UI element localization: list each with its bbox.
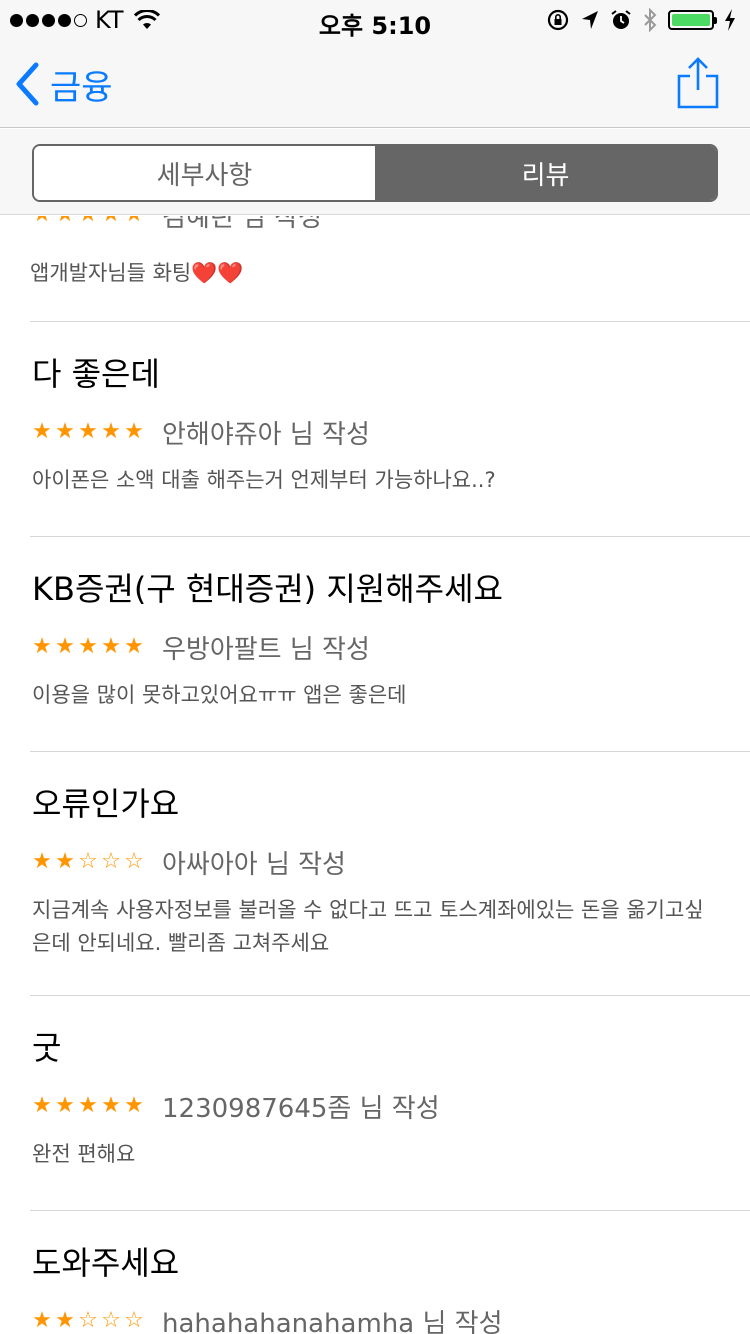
- review-body: 완전 편해요: [32, 1142, 136, 1166]
- star-rating: ★★★★★: [32, 1095, 144, 1117]
- status-right: [546, 6, 736, 34]
- navigation-bar: 금융: [0, 40, 750, 128]
- star-filled-icon: ★: [55, 1093, 75, 1118]
- star-filled-icon: ★: [124, 1093, 144, 1118]
- star-filled-icon: ★: [55, 634, 75, 659]
- rotation-lock-icon: [547, 9, 569, 31]
- star-filled-icon: ★: [55, 1308, 75, 1333]
- star-filled-icon: ★: [124, 634, 144, 659]
- star-filled-icon: ★: [101, 634, 121, 659]
- review-author: 안해야쥬아 님 작성: [162, 419, 370, 450]
- review-title: 도와주세요: [32, 1244, 180, 1282]
- review-author: 김혜린 님 작성: [162, 216, 323, 233]
- chevron-left-icon: [16, 62, 39, 106]
- star-filled-icon: ★: [55, 849, 75, 874]
- review-meta: ★ ★ ★ ★ ★ 우방아팔트 님 작성: [30, 630, 370, 665]
- back-label: 금융: [50, 67, 113, 108]
- star-empty-icon: ☆: [124, 849, 144, 874]
- alarm-icon: [611, 10, 631, 29]
- star-rating: ★ ★ ☆ ☆ ☆: [32, 851, 144, 873]
- review-item: ★★★★★ 김혜린 님 작성 앱개발자님들 화팅❤️❤️: [30, 216, 750, 322]
- review-item: 굿 ★ ★ ★ ★ ★ 1230987645좀 님 작성 완전 편해요: [30, 996, 750, 1211]
- star-filled-icon: ★: [32, 1093, 52, 1118]
- star-filled-icon: ★: [78, 1093, 98, 1118]
- star-filled-icon: ★: [124, 419, 144, 444]
- review-item: 다 좋은데 ★ ★ ★ ★ ★ 안해야쥬아 님 작성 아이폰은 소액 대출 해주는거 언…: [30, 322, 750, 537]
- star-empty-icon: ☆: [78, 1308, 98, 1333]
- heart-emoji-icon: ❤️❤️: [191, 261, 244, 285]
- review-title: 오류인가요: [32, 785, 180, 823]
- review-meta: ★ ★ ☆ ☆ ☆ 아싸아아 님 작성: [30, 845, 346, 880]
- star-filled-icon: ★: [101, 216, 121, 226]
- star-rating: ★★★★★: [32, 216, 144, 226]
- star-filled-icon: ★: [32, 634, 52, 659]
- review-meta: ★★★★★ 김혜린 님 작성: [30, 216, 323, 233]
- star-filled-icon: ★: [55, 419, 75, 444]
- review-body: 앱개발자님들 화팅❤️❤️: [30, 257, 244, 290]
- review-meta: ★ ★ ★ ★ ★ 1230987645좀 님 작성: [30, 1089, 440, 1124]
- star-filled-icon: ★: [32, 1308, 52, 1333]
- share-icon: [677, 57, 719, 109]
- star-empty-icon: ☆: [124, 1308, 144, 1333]
- location-arrow-icon: [582, 11, 598, 29]
- bluetooth-icon: [644, 8, 657, 32]
- segment-bar: 세부사항 리뷰: [0, 129, 750, 215]
- review-title: 굿: [32, 1029, 62, 1067]
- review-item: KB증권(구 현대증권) 지원해주세요 ★ ★ ★ ★ ★ 우방아팔트 님 작성 이용을…: [30, 537, 750, 752]
- reviews-list[interactable]: ★★★★★ 김혜린 님 작성 앱개발자님들 화팅❤️❤️ 다 좋은데 ★★★★★…: [0, 216, 750, 1334]
- review-title: 다 좋은데: [32, 355, 160, 393]
- charging-bolt-icon: [725, 9, 735, 31]
- star-filled-icon: ★: [32, 216, 52, 226]
- star-rating: ★★★★★: [32, 636, 144, 658]
- review-meta: ★ ★ ☆ ☆ ☆ hahahahanahamha 님 작성: [30, 1304, 503, 1334]
- tab-details[interactable]: 세부사항: [34, 146, 375, 200]
- back-button[interactable]: 금융: [14, 60, 113, 108]
- battery-icon: [668, 10, 717, 30]
- star-filled-icon: ★: [101, 1093, 121, 1118]
- review-title: KB증권(구 현대증권) 지원해주세요: [32, 570, 503, 608]
- star-rating: ★★★★★: [32, 421, 144, 443]
- share-button[interactable]: [676, 56, 720, 110]
- star-empty-icon: ☆: [78, 849, 98, 874]
- star-filled-icon: ★: [78, 419, 98, 444]
- star-empty-icon: ☆: [101, 849, 121, 874]
- star-filled-icon: ★: [101, 419, 121, 444]
- review-body: 이용을 많이 못하고있어요ㅠㅠ 앱은 좋은데: [32, 683, 407, 707]
- review-item: 오류인가요 ★ ★ ☆ ☆ ☆ 아싸아아 님 작성 지금계속 사용자정보를 불러올 수 …: [30, 752, 750, 996]
- star-filled-icon: ★: [124, 216, 144, 226]
- review-body: 아이폰은 소액 대출 해주는거 언제부터 가능하나요..?: [32, 468, 496, 492]
- review-author: 아싸아아 님 작성: [162, 849, 346, 880]
- star-filled-icon: ★: [55, 216, 75, 226]
- star-filled-icon: ★: [78, 216, 98, 226]
- star-filled-icon: ★: [32, 419, 52, 444]
- segmented-control: 세부사항 리뷰: [32, 144, 718, 202]
- review-author: 1230987645좀 님 작성: [162, 1093, 440, 1124]
- star-filled-icon: ★: [32, 849, 52, 874]
- tab-reviews[interactable]: 리뷰: [375, 146, 716, 200]
- review-item: 도와주세요 ★ ★ ☆ ☆ ☆ hahahahanahamha 님 작성: [30, 1211, 750, 1334]
- star-empty-icon: ☆: [101, 1308, 121, 1333]
- review-meta: ★ ★ ★ ★ ★ 안해야쥬아 님 작성: [30, 415, 370, 450]
- status-bar: KT 오후 5:10: [0, 0, 750, 40]
- star-rating: ★ ★ ☆ ☆ ☆: [32, 1310, 144, 1332]
- review-body: 지금계속 사용자정보를 불러올 수 없다고 뜨고 토스계좌에있는 돈을 옮기고싶…: [32, 898, 704, 955]
- review-author: 우방아팔트 님 작성: [162, 634, 370, 665]
- review-author: hahahahanahamha 님 작성: [162, 1308, 503, 1334]
- review-body-text: 앱개발자님들 화팅: [30, 261, 192, 285]
- star-filled-icon: ★: [78, 634, 98, 659]
